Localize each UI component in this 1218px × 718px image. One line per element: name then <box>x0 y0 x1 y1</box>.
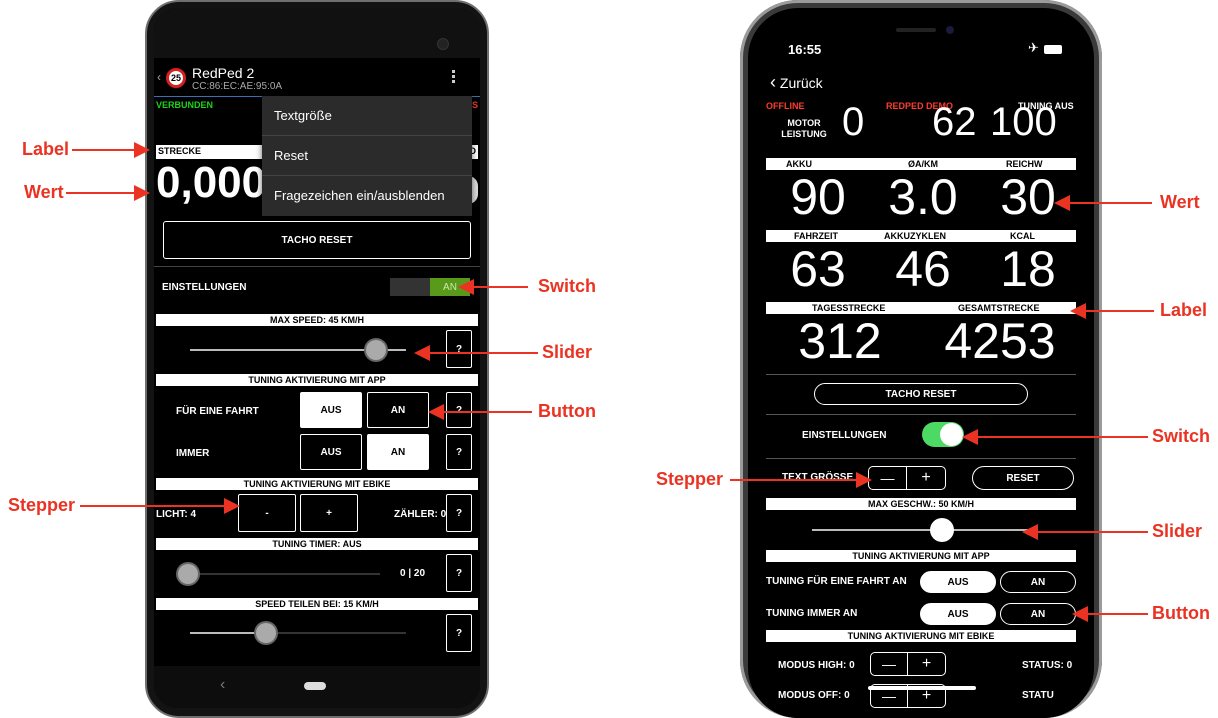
annotation-stepper-right: Stepper <box>656 469 724 489</box>
annotation-label-right: Label <box>1160 300 1208 320</box>
annotation-stepper-left: Stepper <box>8 495 76 515</box>
annotation-label-left: Label <box>22 139 70 159</box>
annotation-switch-right: Switch <box>1152 426 1211 446</box>
annotation-slider-right: Slider <box>1152 521 1203 541</box>
annotation-button-left: Button <box>538 401 596 421</box>
annotation-slider-left: Slider <box>542 342 593 362</box>
annotation-wert-left: Wert <box>24 182 64 202</box>
annotation-wert-right: Wert <box>1160 192 1200 212</box>
annotation-switch-left: Switch <box>538 276 597 296</box>
annotation-button-right: Button <box>1152 603 1210 623</box>
annotation-arrows <box>66 142 1154 622</box>
